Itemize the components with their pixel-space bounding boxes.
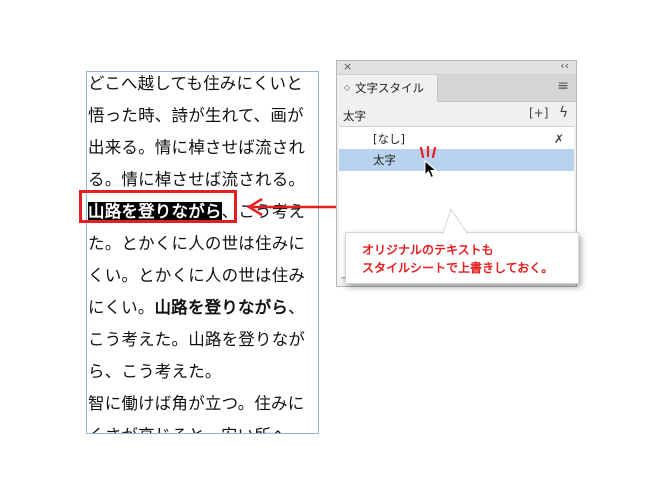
text-line: くい。とかくに人の世は住み xyxy=(88,260,305,292)
collapse-icon[interactable]: ‹‹ xyxy=(560,61,569,72)
text-line: た。とかくに人の世は住みに xyxy=(88,228,305,260)
text-run: 山路を登りながら xyxy=(154,298,289,317)
panel-tab-bar: ◇ 文字スタイル ≡ xyxy=(337,75,576,102)
text-line: 出来る。情に棹させば流され xyxy=(88,132,305,164)
text-frame[interactable]: どこへ越しても住みにくいと 悟った時、詩が生れて、画が 出来る。情に棹させば流される… xyxy=(86,71,319,434)
text-line: こう考えた。山路を登りなが xyxy=(88,324,305,356)
text-line: ら、こう考えた。 xyxy=(88,356,222,388)
tab-character-styles[interactable]: ◇ 文字スタイル xyxy=(337,75,438,102)
text-run: 悟った時、詩が生れて、画が xyxy=(88,106,304,125)
text-line: 悟った時、詩が生れて、画が xyxy=(88,100,304,132)
click-marks-icon xyxy=(419,146,437,159)
text-run: 、こう考え xyxy=(221,202,306,221)
selected-text: 山路を登りながら xyxy=(88,202,222,221)
panel-menu-icon[interactable]: ≡ xyxy=(557,78,569,94)
text-line: 山路を登りながら、こう考え xyxy=(88,196,305,228)
current-style-name: 太字 xyxy=(343,109,366,123)
text-line: くさが高じると、安い所へ xyxy=(88,420,288,433)
text-run: どこへ越しても住みにくいと xyxy=(88,74,303,93)
clear-override-icon[interactable]: ✗ xyxy=(554,128,564,150)
text-run: こう考えた。山路を登りなが xyxy=(88,330,306,349)
tab-expand-icon: ◇ xyxy=(344,83,351,92)
callout-line-1: オリジナルのテキストも xyxy=(362,243,494,257)
text-line: る。情に棹させば流される。 xyxy=(88,164,305,196)
text-line: 智に働けば角が立つ。住みに xyxy=(88,388,304,420)
callout-note: オリジナルのテキストも スタイルシートで上書きしておく。 xyxy=(345,232,579,284)
text-run: にくい。 xyxy=(88,298,155,317)
text-run: 出来る。情に棹させば流され xyxy=(88,138,306,157)
style-row-label: 太字 xyxy=(373,153,396,167)
callout-line-2: スタイルシートで上書きしておく。 xyxy=(362,261,554,275)
text-run: くさが高じると、安い所へ xyxy=(88,426,288,433)
tab-label: 文字スタイル xyxy=(355,81,424,95)
panel-title-strip: × ‹‹ xyxy=(337,61,576,75)
style-row-label: [なし] xyxy=(373,132,405,146)
text-run: ら、こう考えた。 xyxy=(88,362,222,381)
close-icon[interactable]: × xyxy=(343,61,352,73)
text-run: 智に働けば角が立つ。住みに xyxy=(88,394,305,413)
style-row-bold[interactable]: 太字 xyxy=(339,149,574,171)
text-run: くい。とかくに人の世は住み xyxy=(88,266,306,285)
text-run: る。情に棹させば流される。 xyxy=(88,170,306,189)
text-run: 、 xyxy=(288,298,305,317)
arrow-cursor-icon xyxy=(424,160,438,179)
quick-apply-icon[interactable]: ϟ xyxy=(559,105,568,121)
text-line: どこへ越しても住みにくいと xyxy=(88,72,303,100)
text-run: た。とかくに人の世は住みに xyxy=(88,234,306,253)
style-row-none[interactable]: [なし] ✗ xyxy=(339,128,574,150)
new-style-button[interactable]: [+] xyxy=(529,106,548,120)
text-line: にくい。山路を登りながら、 xyxy=(88,292,305,324)
